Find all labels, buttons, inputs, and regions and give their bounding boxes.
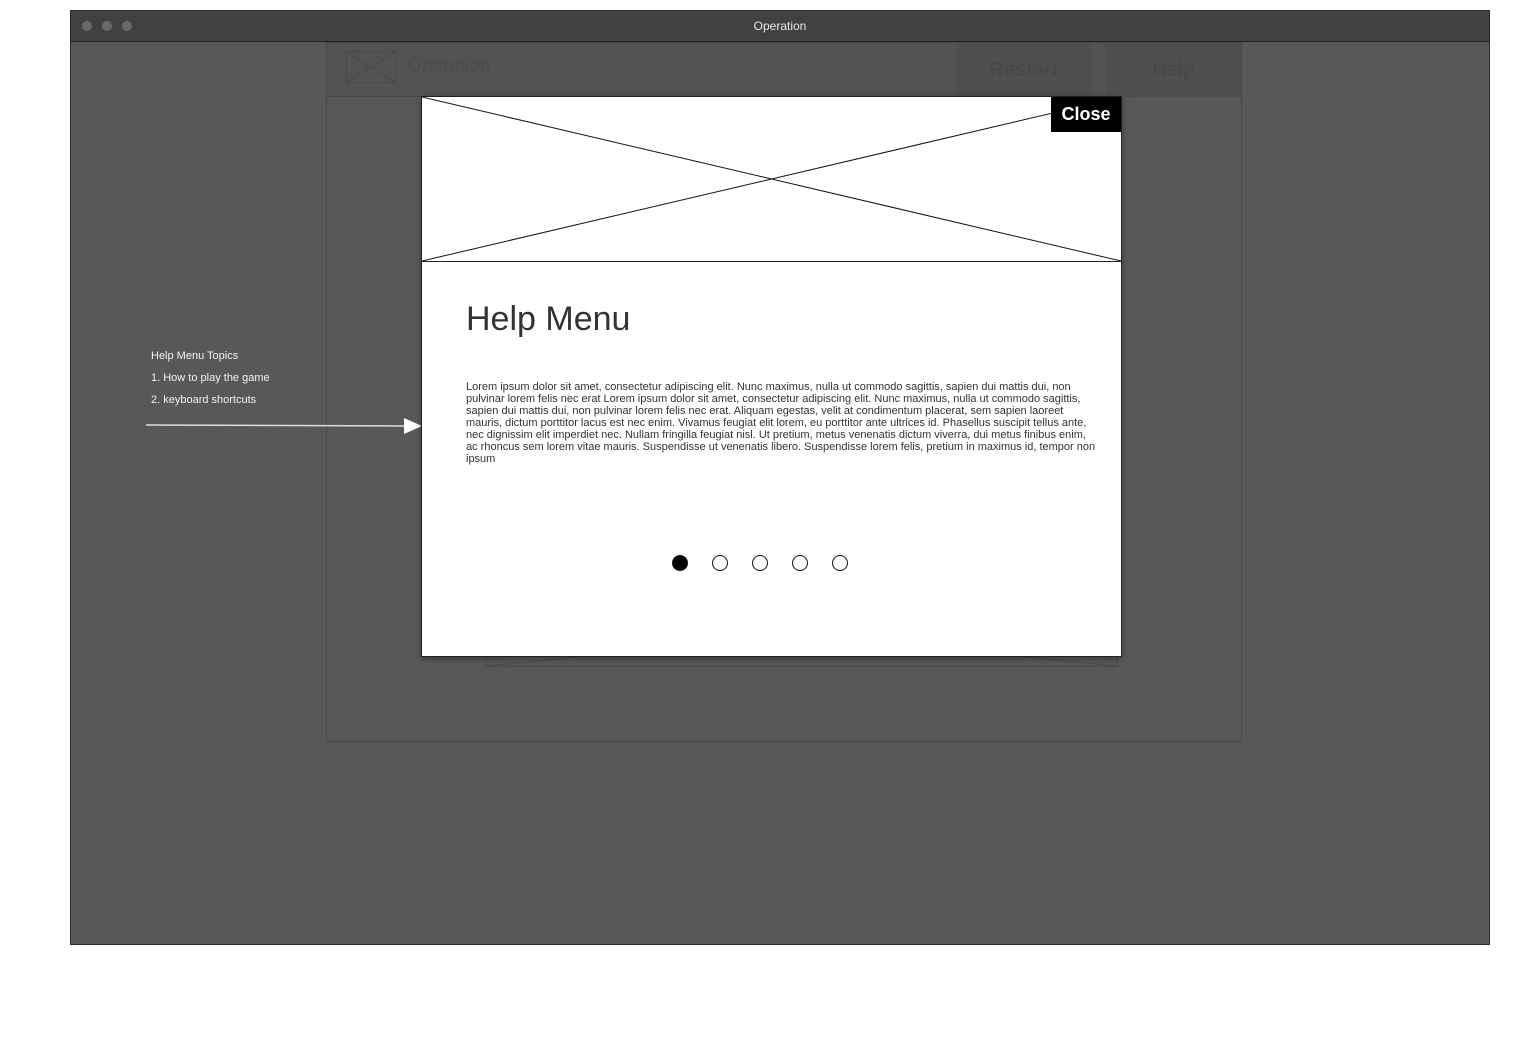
window-title: Operation (753, 19, 807, 33)
pagination-dot[interactable] (832, 555, 848, 571)
title-bar[interactable]: Operation (71, 11, 1489, 42)
app-name: Operation (407, 55, 491, 76)
pagination-dot[interactable] (672, 555, 688, 571)
close-button[interactable]: Close (1051, 97, 1121, 132)
annotation-item: 1. How to play the game (151, 372, 270, 384)
restart-button[interactable]: Restart (956, 43, 1092, 97)
help-button[interactable]: Help (1106, 43, 1241, 97)
app-window: Operation Operation Restart Help Help Me… (70, 10, 1490, 945)
pagination-dot[interactable] (712, 555, 728, 571)
annotation-note: Help Menu Topics 1. How to play the game… (151, 347, 270, 413)
pagination-dot[interactable] (792, 555, 808, 571)
annotation-item: 2. keyboard shortcuts (151, 394, 257, 406)
modal-title: Help Menu (466, 300, 631, 338)
logo-image-placeholder (346, 51, 396, 83)
app-header: Operation Restart Help (327, 43, 1241, 97)
pagination-dot[interactable] (752, 555, 768, 571)
modal-body-text: Lorem ipsum dolor sit amet, consectetur … (466, 381, 1096, 465)
modal-image-placeholder (422, 97, 1121, 262)
annotation-arrow (146, 418, 422, 434)
annotation-heading: Help Menu Topics (151, 350, 239, 362)
help-modal: Close Help Menu Lorem ipsum dolor sit am… (421, 96, 1122, 657)
